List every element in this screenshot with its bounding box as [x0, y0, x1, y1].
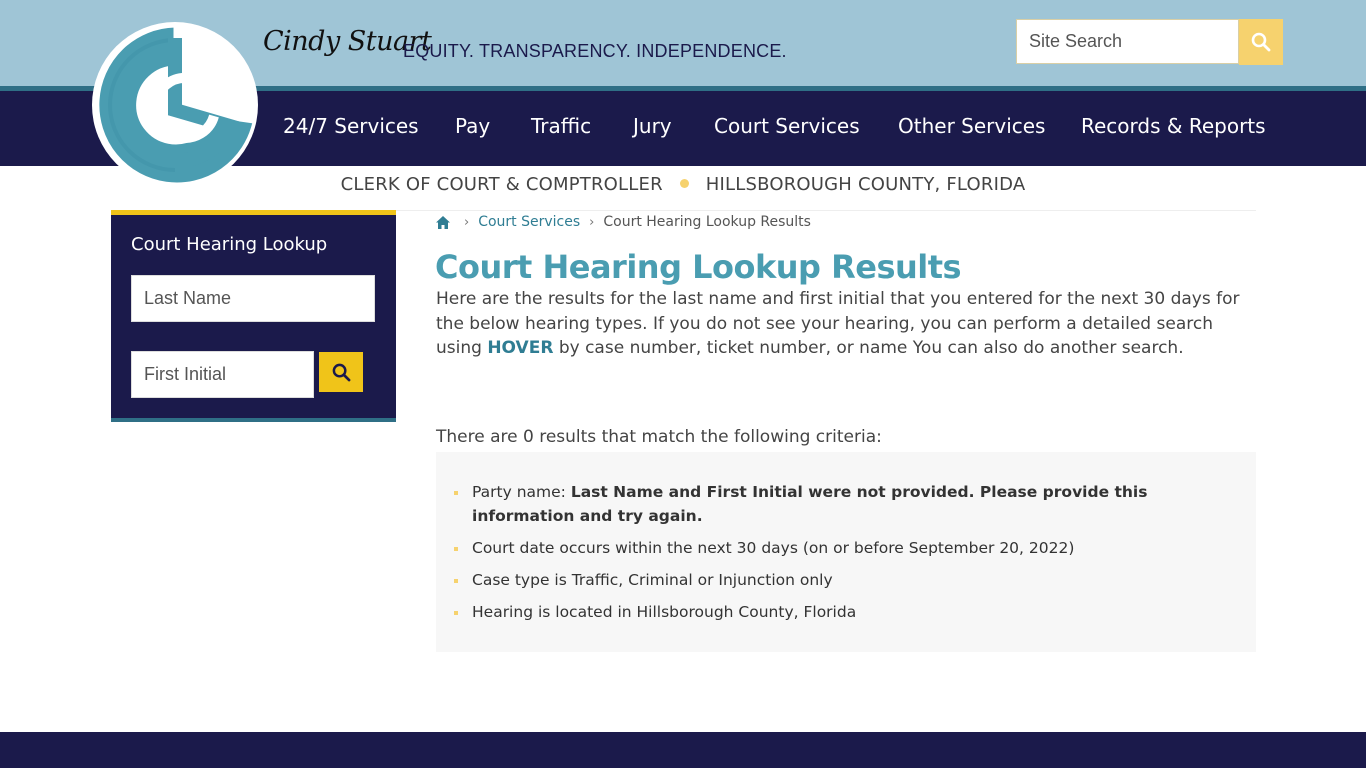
- site-search-button[interactable]: [1239, 19, 1283, 65]
- criteria-item: Case type is Traffic, Criminal or Injunc…: [454, 568, 1214, 592]
- separator-dot: [679, 178, 689, 188]
- panel-title: Court Hearing Lookup: [131, 234, 328, 255]
- hearing-lookup-panel: Court Hearing Lookup Last Name First Ini…: [111, 210, 396, 422]
- intro-paragraph: Here are the results for the last name a…: [436, 287, 1256, 361]
- search-icon: [1251, 32, 1271, 52]
- nav-item-records-reports[interactable]: Records & Reports: [1081, 91, 1266, 166]
- criteria-label: Court date occurs within the next 30 day…: [472, 539, 1075, 557]
- home-icon[interactable]: [436, 215, 450, 229]
- criteria-item: Party name: Last Name and First Initial …: [454, 480, 1214, 528]
- criteria-value: Last Name and First Initial were not pro…: [472, 483, 1148, 525]
- criteria-label: Party name:: [472, 483, 571, 501]
- criteria-box: Party name: Last Name and First Initial …: [436, 452, 1256, 652]
- result-count: There are 0 results that match the follo…: [436, 427, 882, 447]
- first-initial-input[interactable]: First Initial: [131, 351, 314, 398]
- criteria-list: Party name: Last Name and First Initial …: [454, 480, 1214, 632]
- nav-item-traffic[interactable]: Traffic: [531, 91, 591, 166]
- criteria-label: Hearing is located in Hillsborough Count…: [472, 603, 857, 621]
- lookup-search-button[interactable]: [319, 352, 363, 392]
- footer: [0, 732, 1366, 768]
- criteria-item: Hearing is located in Hillsborough Count…: [454, 600, 1214, 624]
- nav-item-247-services[interactable]: 24/7 Services: [283, 91, 419, 166]
- breadcrumb-current: Court Hearing Lookup Results: [603, 214, 811, 230]
- search-icon: [332, 363, 350, 381]
- clerk-logo-icon[interactable]: [90, 20, 260, 190]
- criteria-item: Court date occurs within the next 30 day…: [454, 536, 1214, 560]
- office-name: CLERK OF COURT & COMPTROLLER: [340, 174, 663, 195]
- chevron-right-icon: ›: [589, 214, 595, 230]
- chevron-right-icon: ›: [464, 214, 470, 230]
- criteria-label: Case type is Traffic, Criminal or Injunc…: [472, 571, 833, 589]
- page-title: Court Hearing Lookup Results: [435, 248, 962, 286]
- last-name-input[interactable]: Last Name: [131, 275, 375, 322]
- nav-item-court-services[interactable]: Court Services: [714, 91, 860, 166]
- nav-item-jury[interactable]: Jury: [633, 91, 672, 166]
- breadcrumb: › Court Services › Court Hearing Lookup …: [436, 214, 811, 230]
- site-search-input[interactable]: Site Search: [1016, 19, 1239, 64]
- intro-text-continued: by case number, ticket number, or name Y…: [553, 338, 1184, 359]
- nav-item-other-services[interactable]: Other Services: [898, 91, 1045, 166]
- breadcrumb-court-services[interactable]: Court Services: [478, 214, 580, 230]
- tagline: EQUITY. TRANSPARENCY. INDEPENDENCE.: [403, 41, 787, 61]
- nav-item-pay[interactable]: Pay: [455, 91, 490, 166]
- hover-link[interactable]: HOVER: [487, 338, 553, 358]
- county-name: HILLSBOROUGH COUNTY, FLORIDA: [705, 174, 1026, 195]
